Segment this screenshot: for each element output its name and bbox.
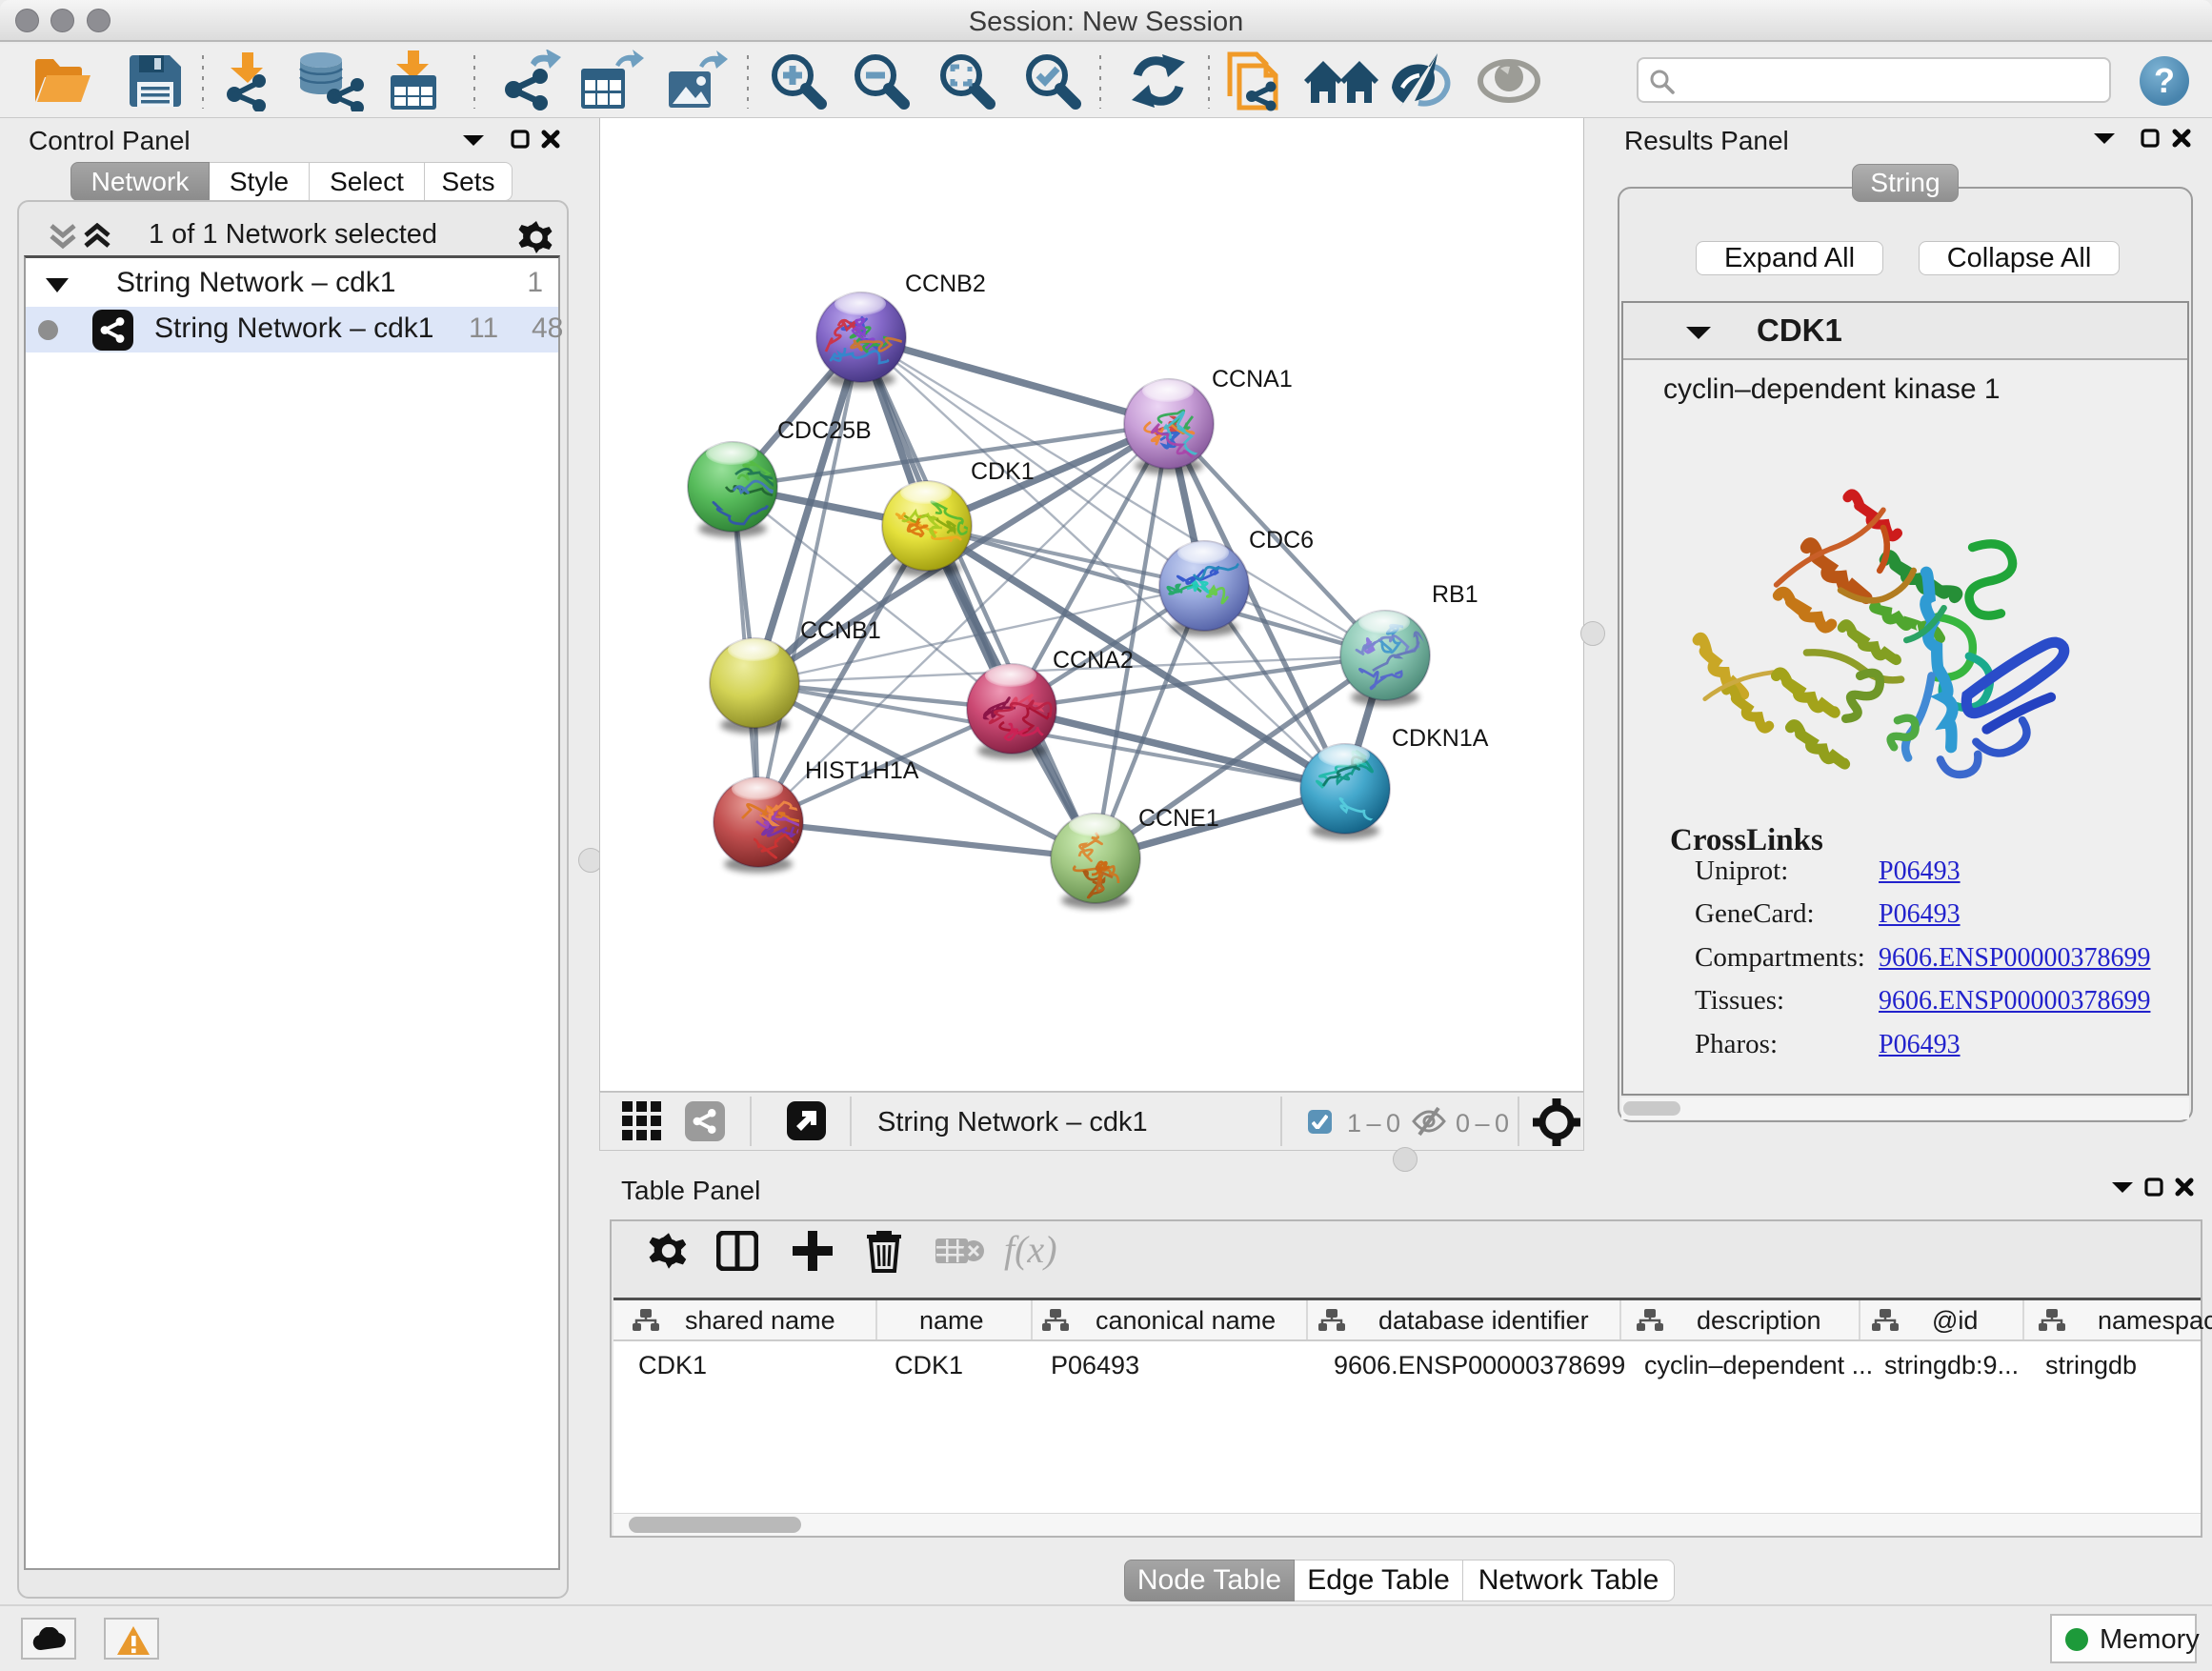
- svg-text:CCNB2: CCNB2: [905, 271, 986, 297]
- svg-text:CCNE1: CCNE1: [1138, 805, 1219, 832]
- svg-text:RB1: RB1: [1432, 581, 1478, 608]
- svg-text:CDC6: CDC6: [1249, 527, 1314, 554]
- svg-text:CDK1: CDK1: [971, 458, 1035, 485]
- svg-text:CCNA1: CCNA1: [1212, 366, 1293, 393]
- svg-text:HIST1H1A: HIST1H1A: [805, 757, 919, 784]
- svg-text:CDKN1A: CDKN1A: [1392, 725, 1489, 752]
- svg-text:CCNA2: CCNA2: [1053, 647, 1134, 674]
- svg-text:CCNB1: CCNB1: [800, 617, 881, 644]
- svg-text:CDC25B: CDC25B: [777, 417, 872, 444]
